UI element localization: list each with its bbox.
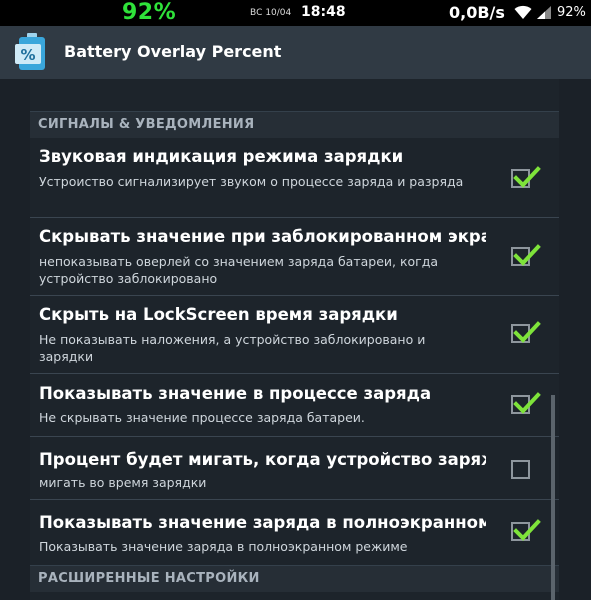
section-title: РАСШИРЕННЫЕ НАСТРОЙКИ xyxy=(38,571,260,586)
checkbox[interactable] xyxy=(511,460,530,479)
pref-hide-when-locked[interactable]: Скрывать значение при заблокированном эк… xyxy=(30,218,559,296)
checkbox[interactable] xyxy=(511,392,541,414)
action-bar: % Battery Overlay Percent xyxy=(0,26,591,79)
pref-summary: Устроиство сигнализирует звуком о процес… xyxy=(39,174,464,189)
signal-icon xyxy=(537,6,551,19)
pref-summary: Не показывать наложения, а устройство за… xyxy=(39,332,426,364)
pref-title: Скрывать значение при заблокированном эк… xyxy=(39,227,486,246)
checkmark-icon xyxy=(513,244,541,266)
pref-summary: мигать во время зарядки xyxy=(39,475,207,490)
status-bar: 92% ВС 10/04 18:48 0,0B/s 92% xyxy=(0,0,591,26)
status-date: ВС 10/04 xyxy=(250,8,292,18)
pref-title: Показывать значение заряда в полноэкранн… xyxy=(39,513,486,532)
pref-title: Скрыть на LockScreen время зарядки xyxy=(39,305,398,324)
checkmark-icon xyxy=(513,519,541,541)
pref-summary: Показывать значение заряда в полноэкранн… xyxy=(39,539,408,554)
checkmark-icon xyxy=(513,392,541,414)
app-title: Battery Overlay Percent xyxy=(64,42,282,61)
checkbox[interactable] xyxy=(511,519,541,541)
section-title: СИГНАЛЫ & УВЕДОМЛЕНИЯ xyxy=(38,117,255,132)
status-battery-percent: 92% xyxy=(557,5,586,20)
scrollbar[interactable] xyxy=(551,395,555,600)
checkbox[interactable] xyxy=(511,244,541,266)
pref-title: Процент будет мигать, когда устройство з… xyxy=(39,450,486,469)
network-speed: 0,0B/s xyxy=(449,3,505,22)
battery-overlay-percent: 92% xyxy=(122,0,177,25)
section-header-signals: СИГНАЛЫ & УВЕДОМЛЕНИЯ xyxy=(30,111,559,138)
svg-text:%: % xyxy=(20,46,35,64)
battery-percent-icon[interactable]: % xyxy=(13,32,51,72)
pref-summary: непоказывать оверлей со значением заряда… xyxy=(39,254,439,286)
checkbox[interactable] xyxy=(511,166,541,188)
pref-sound-indication[interactable]: Звуковая индикация режима зарядки Устрои… xyxy=(30,138,559,218)
pref-show-in-fullscreen[interactable]: Показывать значение заряда в полноэкранн… xyxy=(30,500,559,565)
checkmark-icon xyxy=(513,321,541,343)
pref-title: Звуковая индикация режима зарядки xyxy=(39,147,404,166)
pref-summary: Не скрывать значение процессе заряда бат… xyxy=(39,410,365,425)
checkbox[interactable] xyxy=(511,321,541,343)
pref-blink-while-charging[interactable]: Процент будет мигать, когда устройство з… xyxy=(30,437,559,500)
pref-show-while-charging[interactable]: Показывать значение в процессе заряда Не… xyxy=(30,374,559,437)
pref-hide-lockscreen-charging-time[interactable]: Скрыть на LockScreen время зарядки Не по… xyxy=(30,296,559,374)
pref-title: Показывать значение в процессе заряда xyxy=(39,384,432,403)
wifi-icon xyxy=(514,5,532,19)
section-header-advanced: РАСШИРЕННЫЕ НАСТРОЙКИ xyxy=(30,565,559,592)
status-time: 18:48 xyxy=(301,4,346,20)
checkmark-icon xyxy=(513,166,541,188)
